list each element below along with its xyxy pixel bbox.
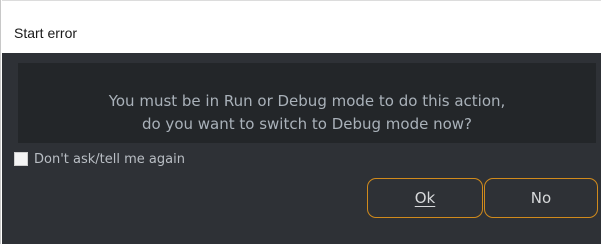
message-line-2: do you want to switch to Debug mode now? <box>141 115 473 133</box>
title-bar[interactable]: Start error <box>2 0 601 53</box>
start-error-dialog: Start error You must be in Run or Debug … <box>0 0 601 244</box>
no-button[interactable]: No <box>484 178 598 218</box>
dialog-title: Start error <box>14 25 78 41</box>
message-line-1: You must be in Run or Debug mode to do t… <box>108 92 506 110</box>
dont-ask-again-label: Don't ask/tell me again <box>34 151 185 167</box>
message-panel: You must be in Run or Debug mode to do t… <box>18 63 596 143</box>
ok-button[interactable]: Ok <box>367 178 483 218</box>
dont-ask-again-option[interactable]: Don't ask/tell me again <box>14 149 185 169</box>
dont-ask-again-checkbox[interactable] <box>14 152 28 166</box>
